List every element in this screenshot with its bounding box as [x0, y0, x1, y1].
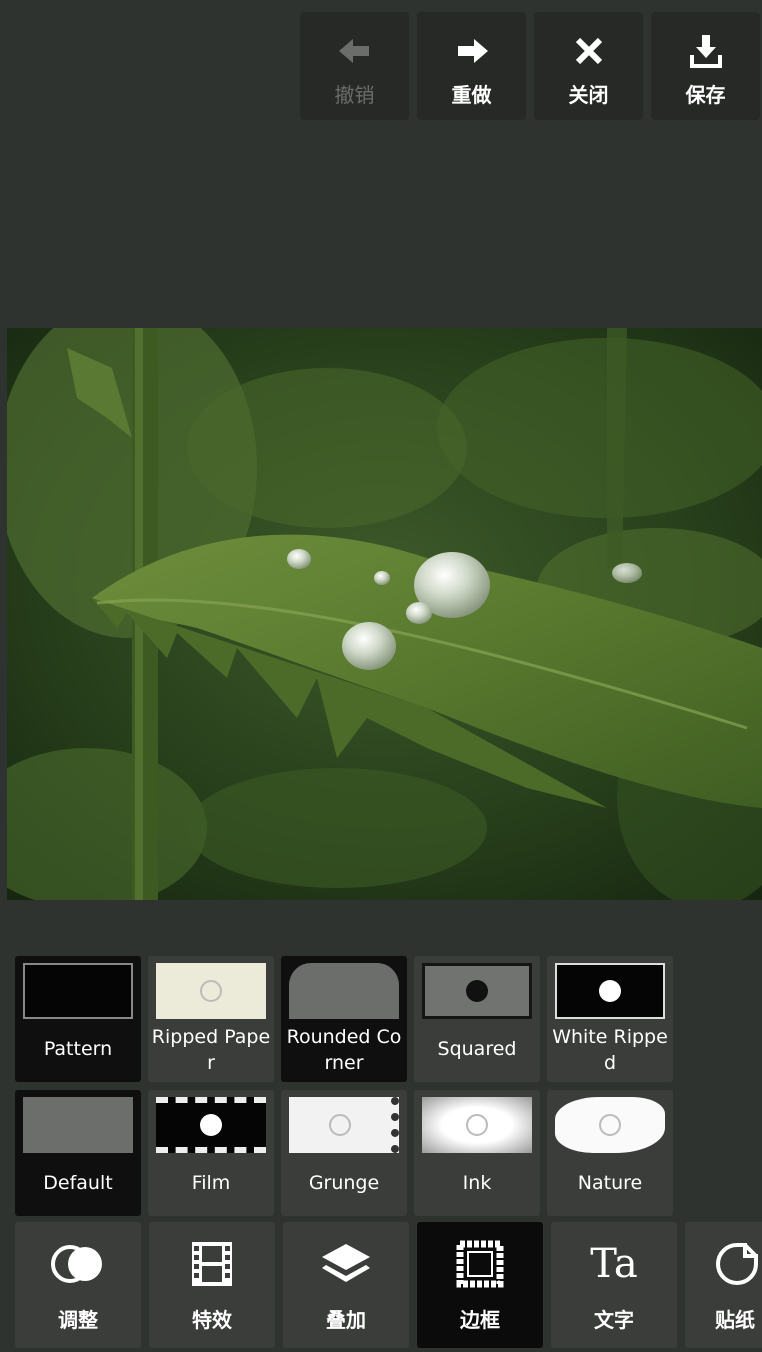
frame-label: Nature: [577, 1172, 643, 1194]
frame-label: Grunge: [308, 1172, 380, 1194]
close-icon: [573, 31, 605, 71]
frame-thumb: [422, 1097, 532, 1153]
tool-label: 边框: [460, 1307, 500, 1332]
frame-ink[interactable]: Ink: [414, 1090, 540, 1216]
frame-rounded-corner[interactable]: Rounded Corner: [281, 956, 407, 1082]
frame-dot-icon: [200, 1114, 222, 1136]
frame-thumb: [156, 963, 266, 1019]
save-label: 保存: [685, 82, 726, 107]
undo-label: 撤销: [334, 82, 375, 107]
tool-overlay[interactable]: 叠加: [283, 1222, 409, 1348]
frame-thumb: [555, 1097, 665, 1153]
tool-text[interactable]: Ta 文字: [551, 1222, 677, 1348]
tool-label: 叠加: [326, 1307, 366, 1332]
frame-label: Pattern: [43, 1038, 113, 1060]
arrow-left-icon: [337, 31, 373, 71]
tool-sticker[interactable]: 贴纸: [685, 1222, 762, 1348]
frame-dot-icon: [329, 1114, 351, 1136]
tool-effects[interactable]: 特效: [149, 1222, 275, 1348]
frame-label: Ink: [462, 1172, 492, 1194]
frame-ripped-paper[interactable]: Ripped Paper: [148, 956, 274, 1082]
redo-button[interactable]: 重做: [417, 12, 526, 120]
frame-dot-icon: [599, 1114, 621, 1136]
tool-label: 文字: [594, 1307, 634, 1332]
leaf-photo: [7, 328, 762, 900]
frame-grunge[interactable]: Grunge: [281, 1090, 407, 1216]
frame-nature[interactable]: Nature: [547, 1090, 673, 1216]
frame-border-icon: [456, 1238, 504, 1290]
frame-thumb: [23, 963, 133, 1019]
download-icon: [689, 31, 723, 71]
tool-adjust[interactable]: 调整: [15, 1222, 141, 1348]
frame-white-ripped[interactable]: White Ripped: [547, 956, 673, 1082]
frame-thumb: [555, 963, 665, 1019]
adjust-circles-icon: [50, 1238, 106, 1290]
sticker-icon: [715, 1238, 759, 1290]
close-label: 关闭: [568, 82, 609, 107]
frame-dot-icon: [466, 1114, 488, 1136]
frame-thumb: [289, 963, 399, 1019]
save-button[interactable]: 保存: [651, 12, 760, 120]
frame-thumb: [422, 963, 532, 1019]
frame-picker: Pattern Ripped Paper Rounded Corner Squa…: [15, 956, 673, 1224]
frame-dot-icon: [599, 980, 621, 1002]
frame-label: Default: [43, 1172, 113, 1194]
photo-canvas[interactable]: [7, 328, 762, 900]
frame-label: White Ripped: [552, 1026, 668, 1074]
tool-label: 特效: [192, 1307, 232, 1332]
close-button[interactable]: 关闭: [534, 12, 643, 120]
frame-squared[interactable]: Squared: [414, 956, 540, 1082]
frame-dot-icon: [200, 980, 222, 1002]
redo-label: 重做: [451, 82, 492, 107]
frame-thumb: [289, 1097, 399, 1153]
tool-label: 贴纸: [715, 1307, 755, 1332]
frame-dot-icon: [466, 980, 488, 1002]
film-strip-icon: [190, 1238, 234, 1290]
bottom-tool-bar: 调整 特效 叠加 边框 Ta 文字 贴纸: [15, 1222, 762, 1348]
frame-label: Ripped Paper: [151, 1026, 271, 1074]
tool-frame[interactable]: 边框: [417, 1222, 543, 1348]
frame-pattern[interactable]: Pattern: [15, 956, 141, 1082]
top-toolbar: 撤销 重做 关闭 保存: [300, 12, 760, 120]
frame-label: Rounded Corner: [286, 1026, 402, 1074]
frame-film[interactable]: Film: [148, 1090, 274, 1216]
text-ta-icon: Ta: [590, 1238, 637, 1290]
arrow-right-icon: [454, 31, 490, 71]
frame-label: Squared: [437, 1038, 517, 1060]
frame-label: Film: [191, 1172, 231, 1194]
frame-thumb: [156, 1097, 266, 1153]
frame-thumb: [23, 1097, 133, 1153]
layers-icon: [320, 1238, 372, 1290]
undo-button[interactable]: 撤销: [300, 12, 409, 120]
frame-default[interactable]: Default: [15, 1090, 141, 1216]
text-glyph: Ta: [590, 1240, 638, 1287]
tool-label: 调整: [58, 1307, 98, 1332]
